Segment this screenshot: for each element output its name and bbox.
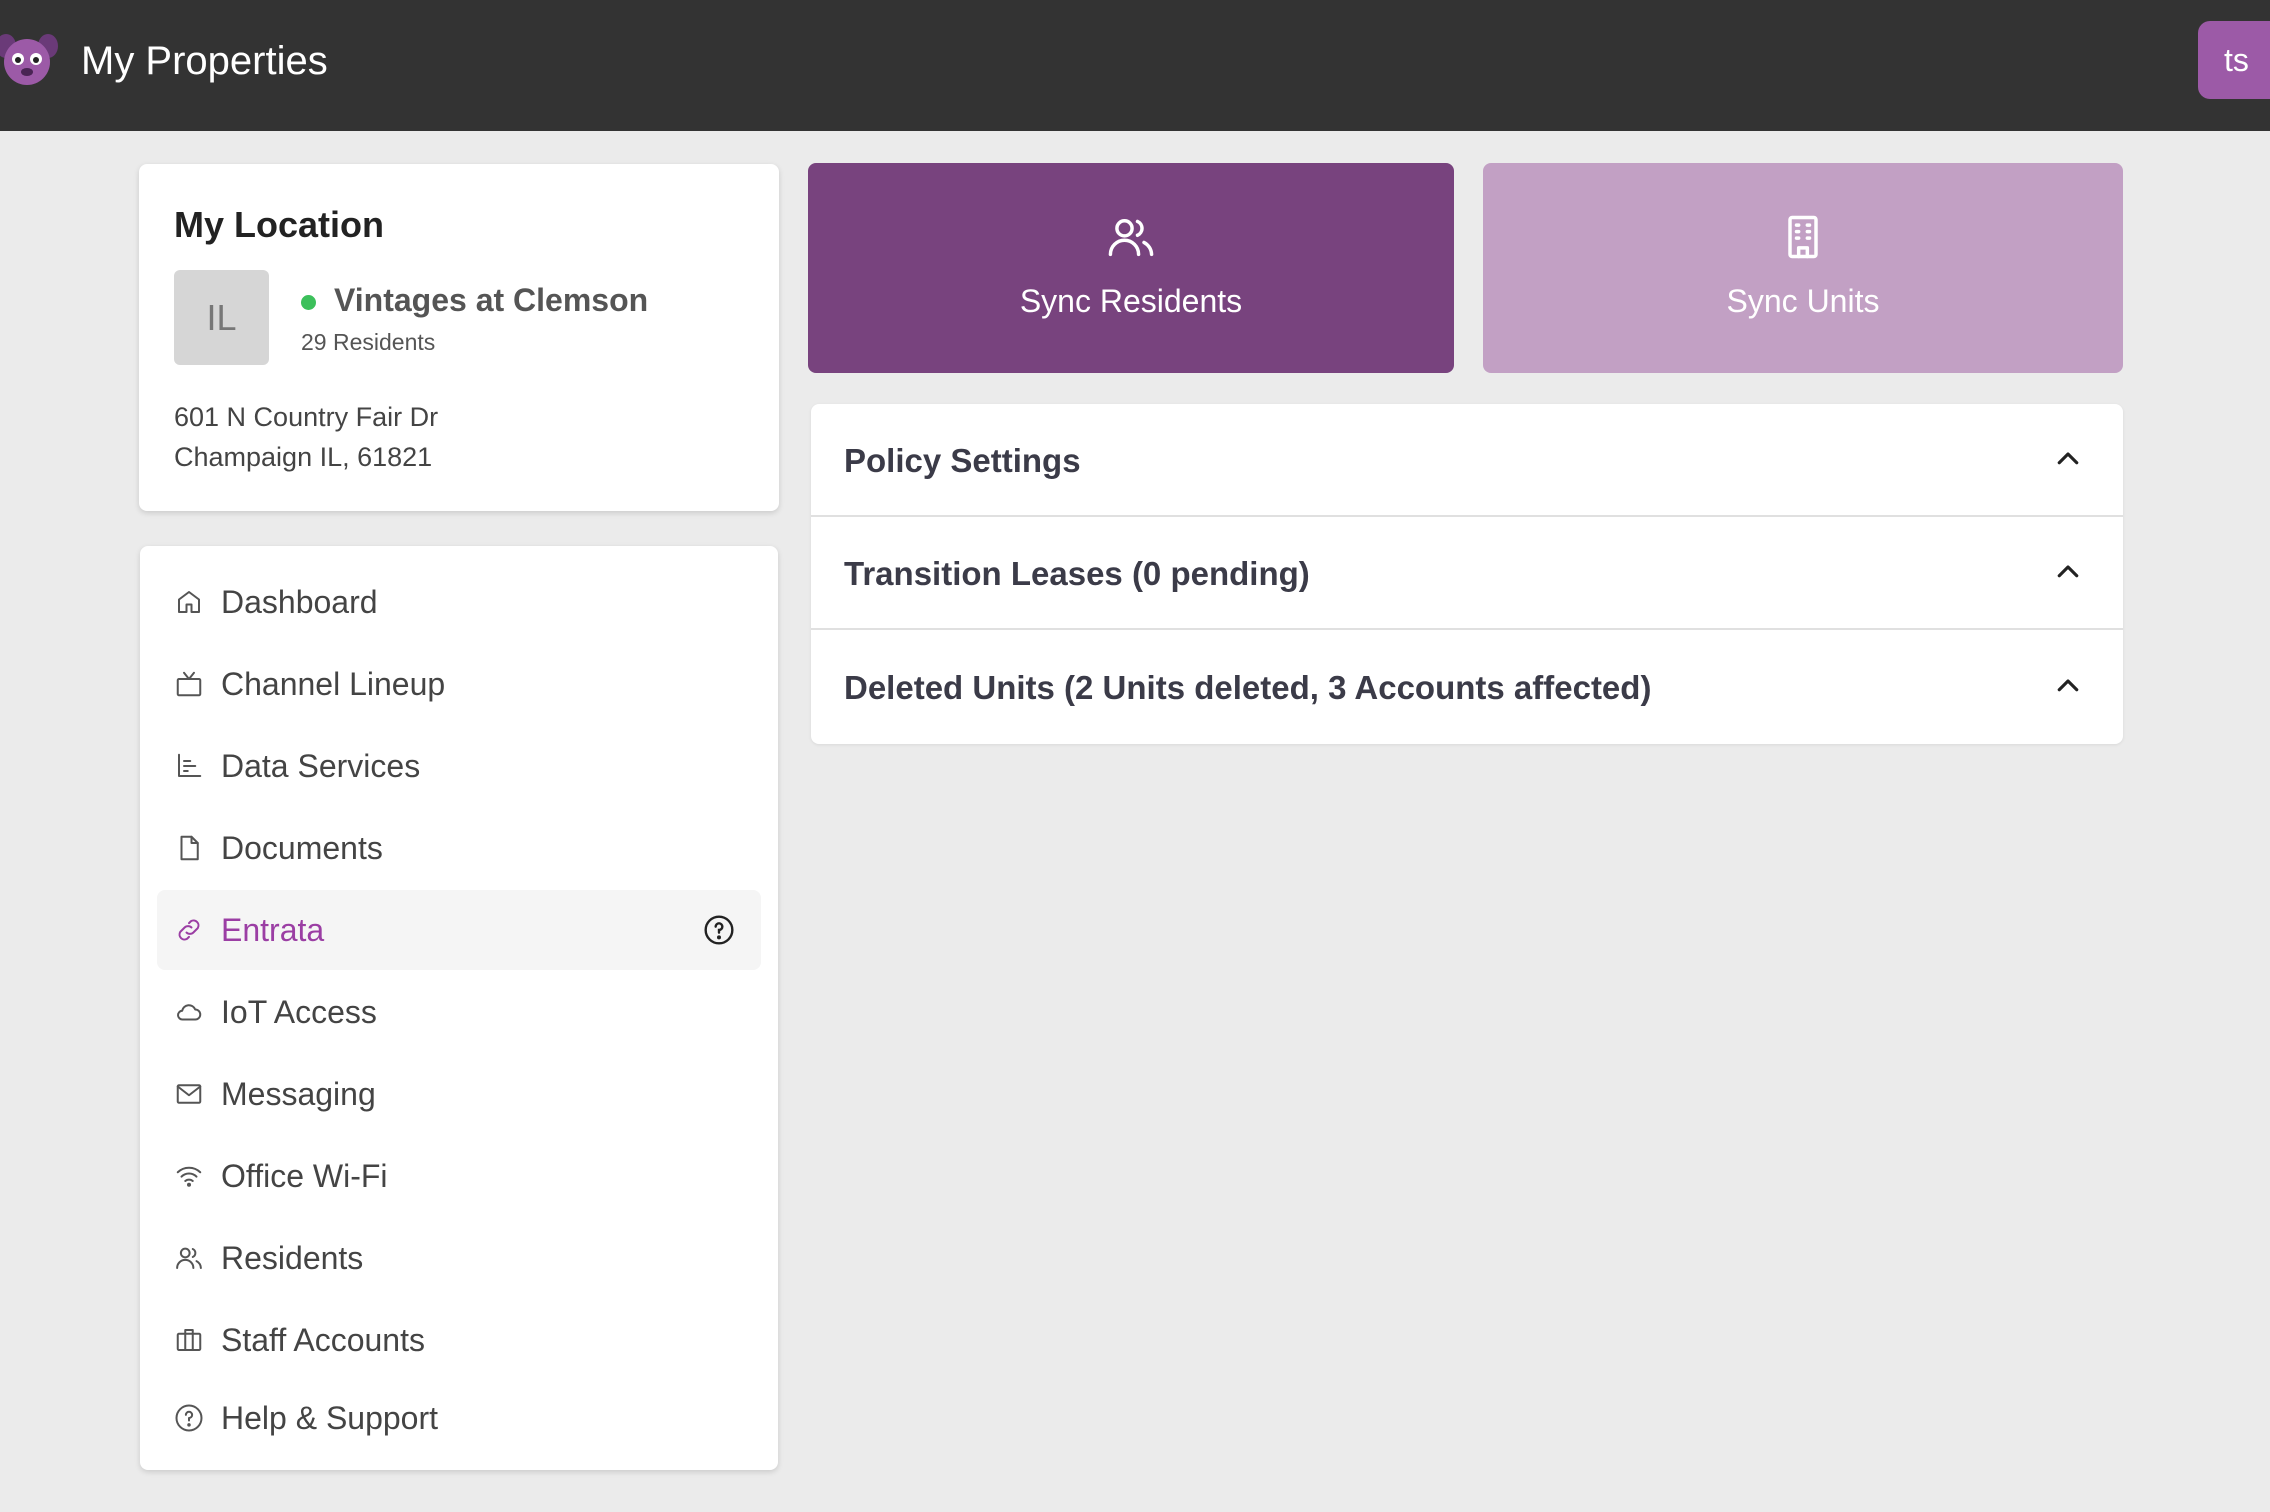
address-line-2: Champaign IL, 61821 (174, 442, 433, 472)
home-icon (173, 586, 205, 618)
sidebar-item-office-wifi[interactable]: Office Wi-Fi (157, 1136, 761, 1216)
sync-units-button[interactable]: Sync Units (1483, 163, 2123, 373)
sidebar-item-label: Channel Lineup (221, 665, 446, 702)
chevron-up-icon[interactable] (2053, 557, 2083, 587)
tv-icon (173, 668, 205, 700)
users-icon (1105, 211, 1157, 263)
sync-residents-button[interactable]: Sync Residents (808, 163, 1454, 373)
mail-icon (173, 1078, 205, 1110)
accordion-policy-settings[interactable]: Policy Settings (811, 404, 2123, 517)
sidebar-item-documents[interactable]: Documents (157, 808, 761, 888)
sidebar-item-label: Residents (221, 1239, 364, 1276)
sidebar-item-dashboard[interactable]: Dashboard (157, 562, 761, 642)
accordion-title: Deleted Units (2 Units deleted, 3 Accoun… (844, 669, 1652, 706)
wifi-icon (173, 1160, 205, 1192)
sidebar-item-label: Data Services (221, 747, 421, 784)
sidebar-item-residents[interactable]: Residents (157, 1218, 761, 1298)
app-title: My Properties (81, 39, 328, 83)
status-indicator (301, 295, 316, 310)
sidebar-item-label: Entrata (221, 911, 325, 948)
help-circle-icon[interactable] (703, 914, 735, 946)
cloud-icon (173, 996, 205, 1028)
property-avatar: IL (174, 270, 269, 365)
chevron-up-icon[interactable] (2053, 671, 2083, 701)
sync-residents-label: Sync Residents (1019, 283, 1243, 319)
bar-chart-icon (173, 750, 205, 782)
sidebar-item-label: Help & Support (221, 1399, 439, 1436)
sidebar-item-label: IoT Access (221, 993, 377, 1030)
chevron-up-icon[interactable] (2053, 444, 2083, 474)
sidebar-item-messaging[interactable]: Messaging (157, 1054, 761, 1134)
sidebar-item-label: Office Wi-Fi (221, 1157, 388, 1194)
sidebar-item-staff-accounts[interactable]: Staff Accounts (157, 1300, 761, 1380)
link-icon (173, 914, 205, 946)
sidebar-item-label: Messaging (221, 1075, 376, 1112)
user-menu-button[interactable]: ts (2198, 21, 2270, 99)
sidebar-item-label: Dashboard (221, 583, 378, 620)
help-circle-icon (173, 1402, 205, 1434)
sidebar-item-data-services[interactable]: Data Services (157, 726, 761, 806)
mascot-logo-icon[interactable] (0, 32, 58, 88)
accordion-deleted-units[interactable]: Deleted Units (2 Units deleted, 3 Accoun… (811, 631, 2123, 744)
settings-accordion: Policy Settings Transition Leases (0 pen… (811, 404, 2123, 744)
briefcase-icon (173, 1324, 205, 1356)
sidebar-item-label: Staff Accounts (221, 1321, 425, 1358)
sidebar-item-iot-access[interactable]: IoT Access (157, 972, 761, 1052)
sidebar-item-help-support[interactable]: Help & Support (157, 1378, 761, 1458)
accordion-title: Transition Leases (0 pending) (844, 555, 1310, 592)
building-icon (1777, 211, 1829, 263)
property-name: Vintages at Clemson (334, 282, 649, 318)
accordion-title: Policy Settings (844, 442, 1081, 479)
sidebar-item-entrata[interactable]: Entrata (157, 890, 761, 970)
sidebar-nav: Dashboard Channel Lineup Data Services D… (140, 546, 778, 1470)
sync-units-label: Sync Units (1726, 283, 1880, 319)
accordion-transition-leases[interactable]: Transition Leases (0 pending) (811, 517, 2123, 630)
top-bar: My Properties ts (0, 0, 2270, 131)
resident-count: 29 Residents (301, 329, 436, 355)
address-line-1: 601 N Country Fair Dr (174, 402, 439, 432)
location-heading: My Location (174, 204, 385, 245)
location-card: My Location IL Vintages at Clemson 29 Re… (139, 164, 779, 511)
document-icon (173, 832, 205, 864)
sidebar-item-label: Documents (221, 829, 383, 866)
sidebar-item-channel-lineup[interactable]: Channel Lineup (157, 644, 761, 724)
users-icon (173, 1242, 205, 1274)
